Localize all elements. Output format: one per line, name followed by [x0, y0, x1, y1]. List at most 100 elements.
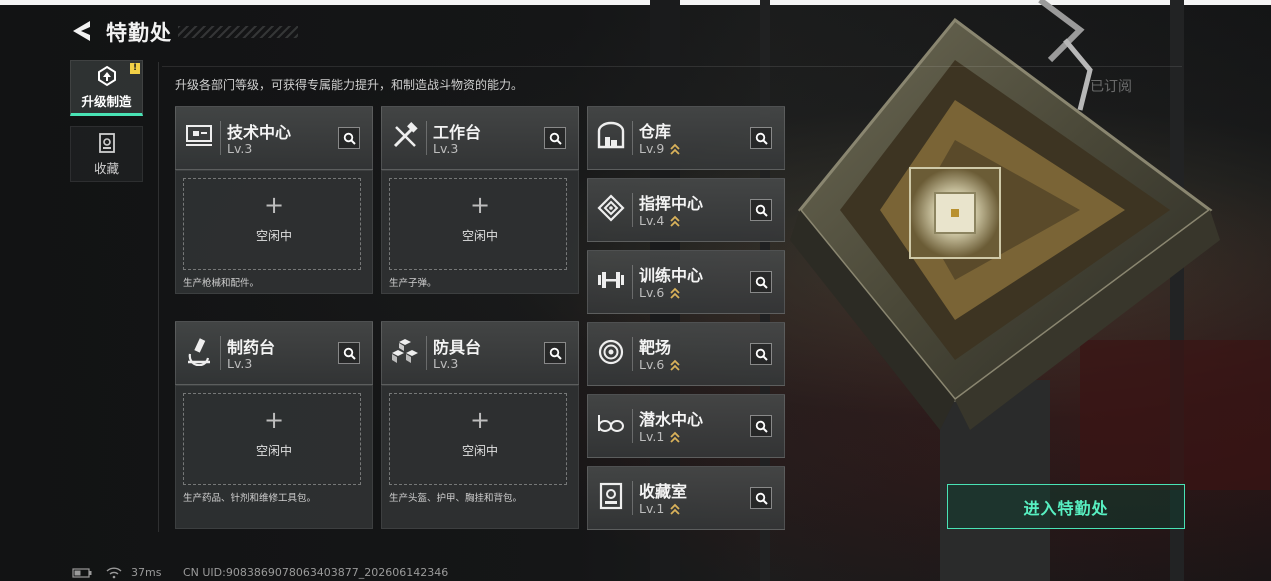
page-title: 特勤处 — [106, 21, 172, 45]
facility-card-armor-bench[interactable]: 防具台 Lv.3 — [381, 321, 579, 385]
separator — [220, 336, 221, 370]
production-slot[interactable]: + 空闲中 生产枪械和配件。 — [175, 170, 373, 294]
separator — [426, 121, 427, 155]
facility-name: 工作台 — [433, 123, 482, 142]
search-icon — [343, 132, 356, 145]
latency-text: 37ms — [131, 566, 162, 579]
back-arrow-icon[interactable] — [70, 18, 96, 44]
inspect-button[interactable] — [338, 342, 360, 364]
warehouse-icon — [597, 121, 625, 149]
facility-name: 防具台 — [433, 338, 482, 357]
search-icon — [755, 276, 768, 289]
notification-badge: ! — [130, 63, 140, 74]
screen: 特勤处 ! 升级制造 收藏 升级各部门等级，可获得专属能力提升，和制造战斗物资的… — [0, 0, 1271, 581]
upgrade-chevron-icon — [670, 431, 680, 443]
facility-name: 制药台 — [227, 338, 276, 357]
facility-card-command-center[interactable]: 指挥中心 Lv.4 — [587, 178, 785, 242]
facility-level: Lv.3 — [227, 141, 253, 156]
add-icon: + — [469, 191, 491, 219]
goggles-icon — [598, 415, 624, 432]
upgrade-chevron-icon — [670, 143, 680, 155]
computer-icon — [186, 125, 212, 146]
facility-card-diving-center[interactable]: 潜水中心 Lv.1 — [587, 394, 785, 458]
search-icon — [343, 347, 356, 360]
page-description: 升级各部门等级，可获得专属能力提升，和制造战斗物资的能力。 — [175, 78, 524, 92]
slot-status: 空闲中 — [255, 444, 292, 458]
facility-card-collection-room[interactable]: 收藏室 Lv.1 — [587, 466, 785, 530]
add-icon: + — [263, 191, 285, 219]
inspect-button[interactable] — [338, 127, 360, 149]
upgrade-chevron-icon — [670, 359, 680, 371]
facility-card-pharmacy[interactable]: 制药台 Lv.3 — [175, 321, 373, 385]
slot-description: 生产药品、针剂和维修工具包。 — [183, 493, 317, 504]
add-icon: + — [469, 406, 491, 434]
production-slot[interactable]: + 空闲中 生产子弹。 — [381, 170, 579, 294]
separator — [632, 121, 633, 155]
slot-status: 空闲中 — [461, 444, 498, 458]
slot-description: 生产枪械和配件。 — [183, 278, 260, 289]
divider — [158, 62, 159, 532]
inspect-button[interactable] — [750, 271, 772, 293]
nav-label: 收藏 — [93, 160, 119, 176]
upgrade-icon — [97, 65, 116, 86]
search-icon — [755, 492, 768, 505]
facility-name: 仓库 — [639, 122, 672, 141]
search-icon — [755, 348, 768, 361]
divider — [162, 66, 1182, 67]
facility-card-tech-center[interactable]: 技术中心 Lv.3 — [175, 106, 373, 170]
facility-level: Lv.3 — [433, 141, 459, 156]
facility-name: 训练中心 — [639, 266, 704, 285]
upgrade-chevron-icon — [670, 503, 680, 515]
separator — [632, 265, 633, 299]
inspect-button[interactable] — [750, 487, 772, 509]
upgrade-chevron-icon — [670, 287, 680, 299]
slot-status: 空闲中 — [461, 229, 498, 243]
separator — [632, 409, 633, 443]
command-icon — [597, 194, 625, 222]
facility-level: Lv.1 — [639, 429, 665, 444]
facility-level: Lv.3 — [433, 356, 459, 371]
production-slot[interactable]: + 空闲中 生产头盔、护甲、胸挂和背包。 — [381, 385, 579, 529]
inspect-button[interactable] — [750, 343, 772, 365]
wifi-icon — [106, 567, 121, 579]
separator — [632, 337, 633, 371]
facility-level: Lv.6 — [639, 285, 665, 300]
facility-level: Lv.4 — [639, 213, 665, 228]
inspect-button[interactable] — [750, 127, 772, 149]
search-icon — [755, 204, 768, 217]
facility-card-workbench[interactable]: 工作台 Lv.3 — [381, 106, 579, 170]
facility-card-warehouse[interactable]: 仓库 Lv.9 — [587, 106, 785, 170]
facility-name: 收藏室 — [639, 482, 688, 501]
separator — [632, 193, 633, 227]
facility-level: Lv.9 — [639, 141, 665, 156]
separator — [632, 481, 633, 515]
production-slot[interactable]: + 空闲中 生产药品、针剂和维修工具包。 — [175, 385, 373, 529]
inspect-button[interactable] — [750, 199, 772, 221]
facility-level: Lv.3 — [227, 356, 253, 371]
inspect-button[interactable] — [544, 342, 566, 364]
nav-collection[interactable]: 收藏 — [70, 126, 143, 182]
enter-special-ops-button[interactable]: 进入特勤处 — [947, 484, 1185, 529]
nav-label: 升级制造 — [81, 93, 132, 109]
status-footer: 37ms CN UID:9083869078063403877_20260614… — [72, 566, 466, 579]
facility-card-shooting-range[interactable]: 靶场 Lv.6 — [587, 322, 785, 386]
nav-upgrade-manufacture[interactable]: ! 升级制造 — [70, 60, 143, 116]
inspect-button[interactable] — [544, 127, 566, 149]
inspect-button[interactable] — [750, 415, 772, 437]
uid-text: CN UID:9083869078063403877_202606142346 — [182, 566, 449, 579]
search-icon — [755, 420, 768, 433]
slot-description: 生产头盔、护甲、胸挂和背包。 — [389, 493, 523, 504]
title-decoration — [178, 26, 298, 38]
search-icon — [755, 132, 768, 145]
facility-name: 技术中心 — [227, 123, 292, 142]
battery-icon — [72, 568, 92, 578]
facility-name: 潜水中心 — [639, 410, 704, 429]
add-icon: + — [263, 406, 285, 434]
armor-cubes-icon — [392, 339, 418, 363]
collection-icon — [98, 132, 115, 153]
upgrade-chevron-icon — [670, 215, 680, 227]
facility-card-training-center[interactable]: 训练中心 Lv.6 — [587, 250, 785, 314]
collection-room-icon — [599, 482, 623, 510]
dumbbell-icon — [598, 272, 624, 288]
tools-icon — [393, 122, 418, 148]
